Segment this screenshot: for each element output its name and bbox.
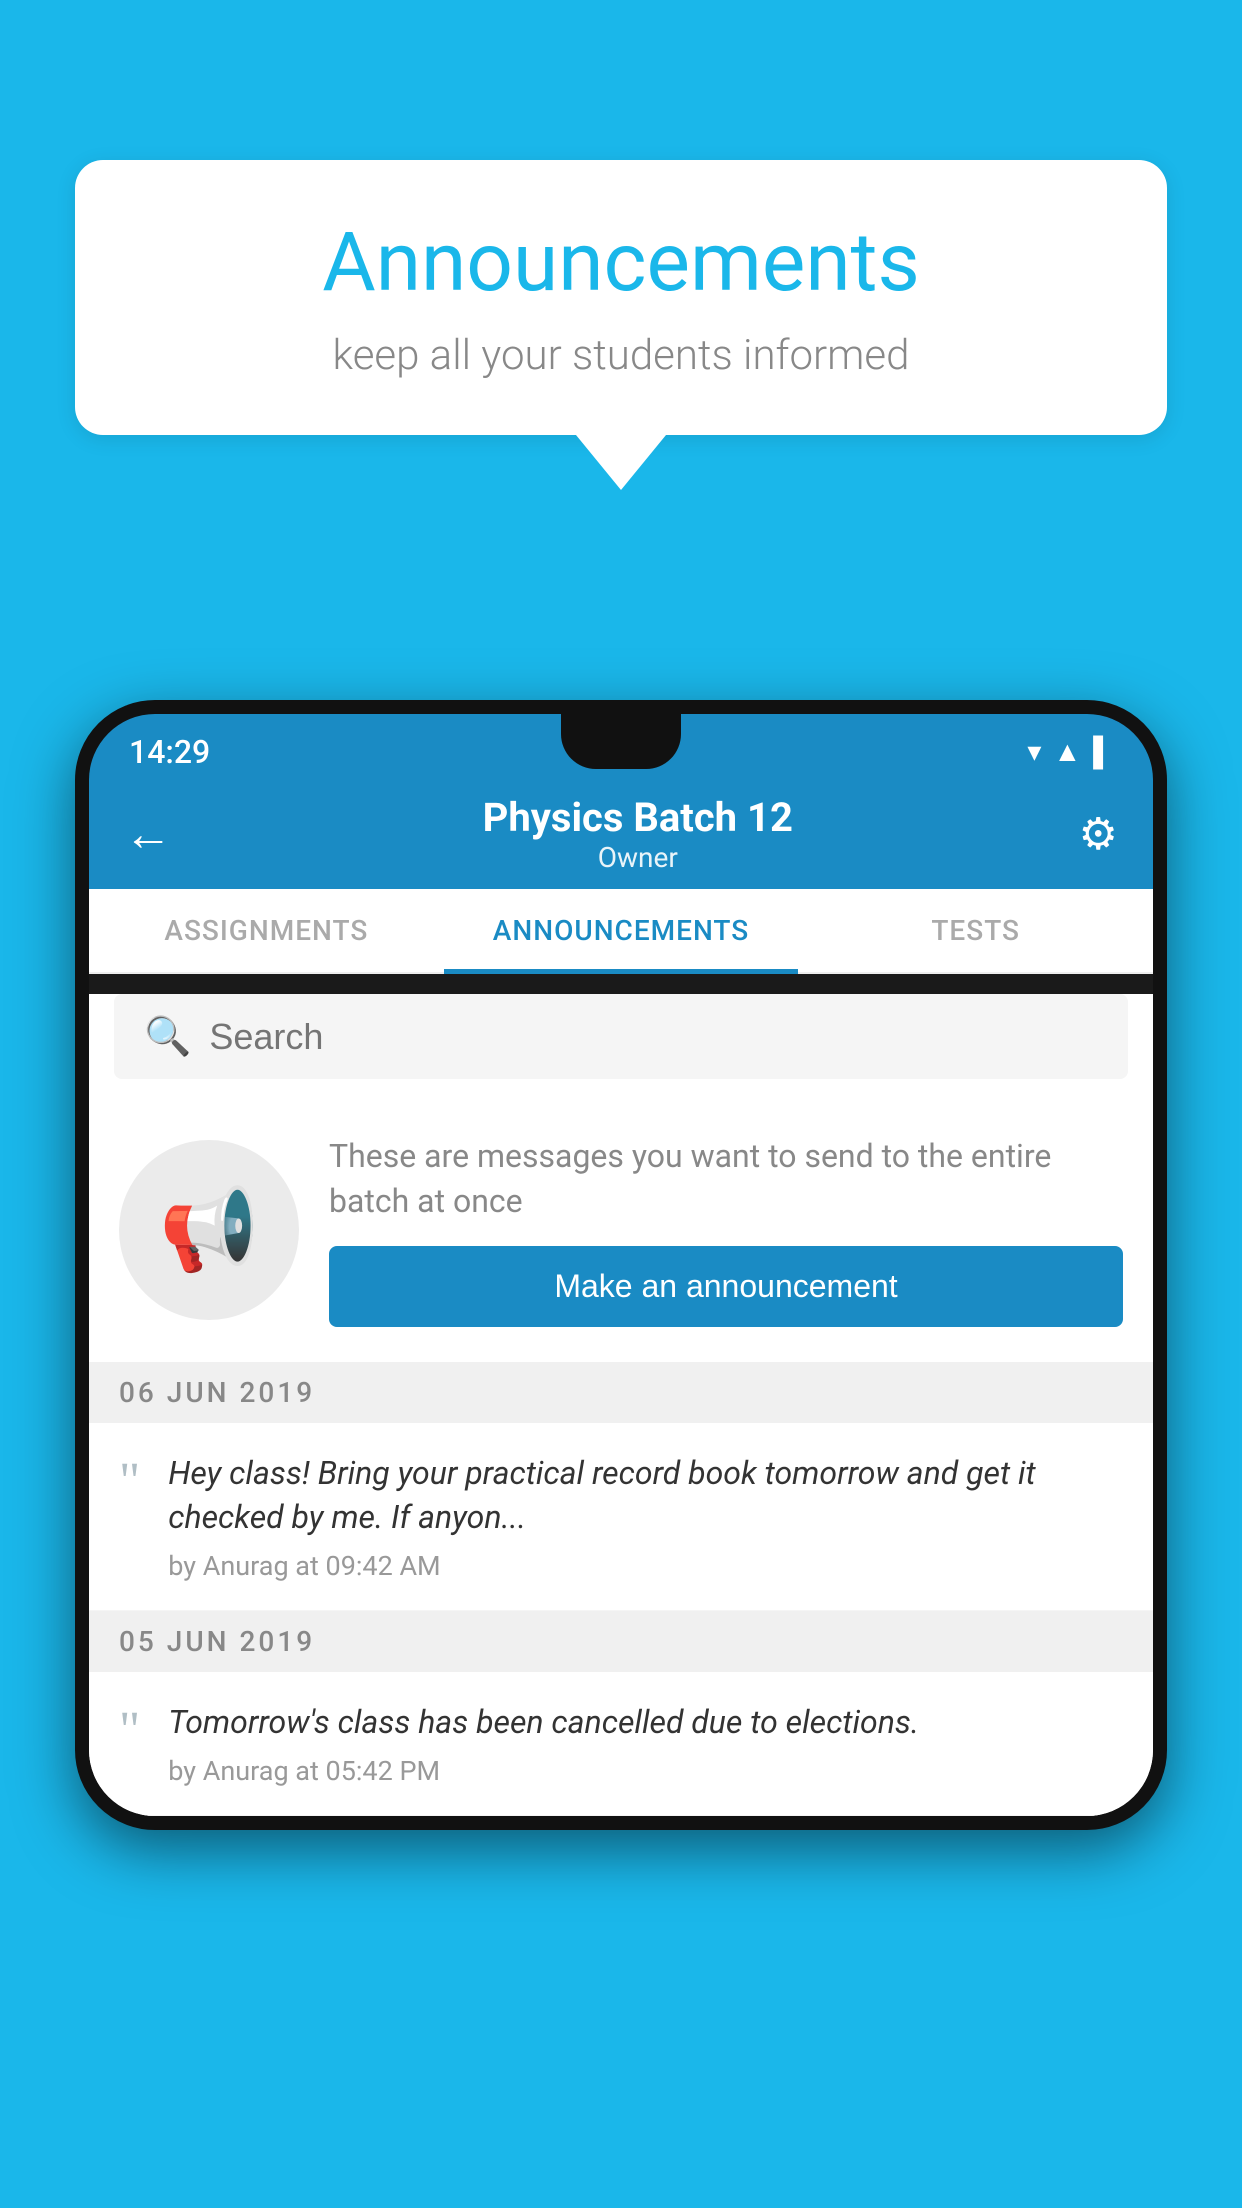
status-time: 14:29	[129, 733, 210, 771]
bubble-subtitle: keep all your students informed	[135, 331, 1107, 380]
announcement-meta-2: by Anurag at 05:42 PM	[168, 1755, 1123, 1787]
tab-assignments[interactable]: ASSIGNMENTS	[89, 889, 444, 972]
bubble-title: Announcements	[135, 215, 1107, 311]
megaphone-circle: 📢	[119, 1140, 299, 1320]
announcement-text-2: Tomorrow's class has been cancelled due …	[168, 1700, 1123, 1787]
speech-bubble-container: Announcements keep all your students inf…	[75, 160, 1167, 490]
date-separator-1: 06 JUN 2019	[89, 1362, 1153, 1423]
app-bar-subtitle: Owner	[197, 841, 1079, 874]
announcement-item-1[interactable]: " Hey class! Bring your practical record…	[89, 1423, 1153, 1612]
speech-bubble-tail	[576, 435, 666, 490]
signal-icon: ▲	[1053, 735, 1081, 768]
make-announcement-button[interactable]: Make an announcement	[329, 1246, 1123, 1327]
announcement-text-1: Hey class! Bring your practical record b…	[168, 1451, 1123, 1583]
tab-tests[interactable]: TESTS	[798, 889, 1153, 972]
date-separator-2: 05 JUN 2019	[89, 1611, 1153, 1672]
search-input[interactable]	[209, 1016, 1098, 1058]
tabs: ASSIGNMENTS ANNOUNCEMENTS TESTS	[89, 889, 1153, 974]
phone-notch	[561, 714, 681, 769]
app-bar-title: Physics Batch 12	[197, 794, 1079, 841]
quote-icon-1: "	[119, 1456, 140, 1508]
tab-announcements[interactable]: ANNOUNCEMENTS	[444, 889, 799, 972]
announcement-item-2[interactable]: " Tomorrow's class has been cancelled du…	[89, 1672, 1153, 1816]
announcement-message-1: Hey class! Bring your practical record b…	[168, 1451, 1123, 1541]
volume-up-button	[75, 894, 85, 964]
announcement-message-2: Tomorrow's class has been cancelled due …	[168, 1700, 1123, 1745]
settings-button[interactable]: ⚙	[1079, 808, 1118, 860]
announcement-description: These are messages you want to send to t…	[329, 1134, 1123, 1224]
app-bar: ← Physics Batch 12 Owner ⚙	[89, 779, 1153, 889]
power-button	[1157, 934, 1167, 1044]
search-icon: 🔍	[144, 1015, 191, 1059]
quote-icon-2: "	[119, 1705, 140, 1757]
phone-container: 14:29 ▾ ▲ ▌ ← Physics Batch 12 Owner ⚙ A…	[75, 700, 1167, 2208]
battery-icon: ▌	[1093, 735, 1113, 768]
phone-mockup: 14:29 ▾ ▲ ▌ ← Physics Batch 12 Owner ⚙ A…	[75, 700, 1167, 1830]
search-bar[interactable]: 🔍	[114, 994, 1128, 1079]
wifi-icon: ▾	[1027, 735, 1041, 768]
announcement-right-area: These are messages you want to send to t…	[329, 1134, 1123, 1327]
app-bar-title-area: Physics Batch 12 Owner	[197, 794, 1079, 874]
announcement-meta-1: by Anurag at 09:42 AM	[168, 1550, 1123, 1582]
back-button[interactable]: ←	[124, 810, 172, 858]
status-icons: ▾ ▲ ▌	[1027, 735, 1113, 768]
megaphone-icon: 📢	[159, 1183, 259, 1277]
announcement-empty-state: 📢 These are messages you want to send to…	[89, 1099, 1153, 1362]
speech-bubble: Announcements keep all your students inf…	[75, 160, 1167, 435]
volume-down-button	[75, 979, 85, 1049]
content-area: 🔍 📢 These are messages you want to send …	[89, 994, 1153, 1816]
